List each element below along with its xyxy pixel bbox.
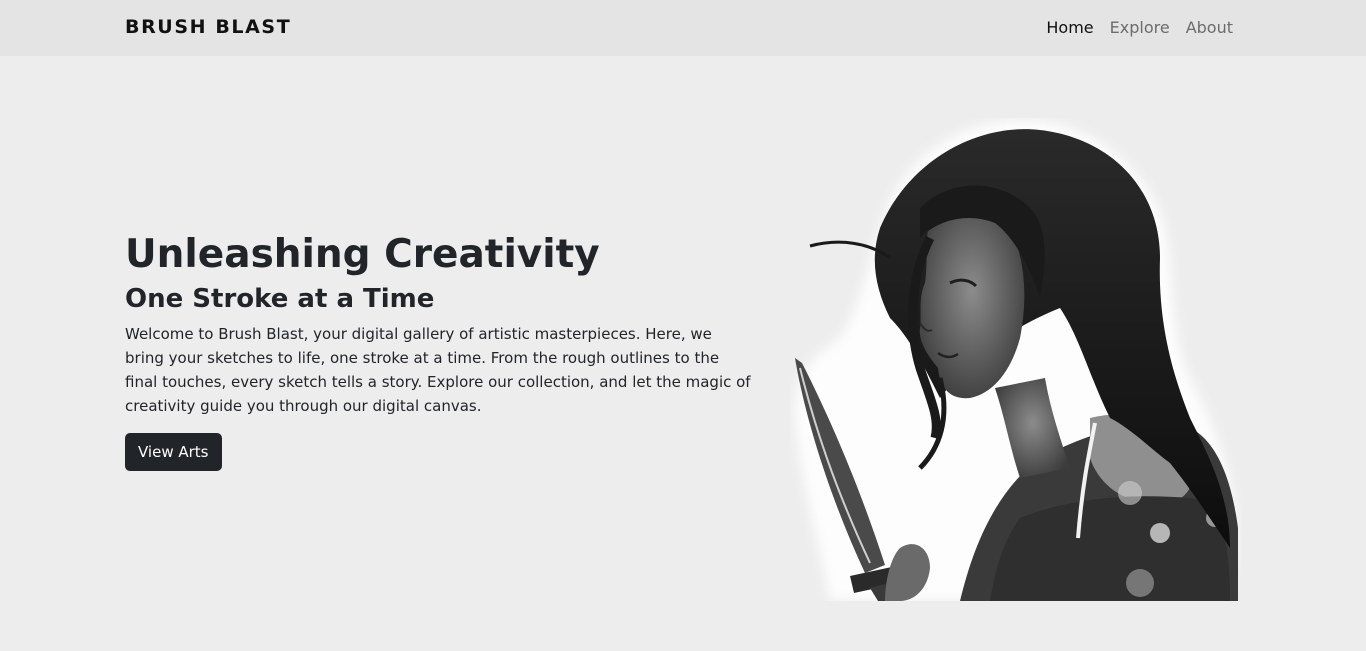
hero-subtitle: One Stroke at a Time	[125, 284, 435, 314]
navbar: BRUSH BLAST Home Explore About	[0, 0, 1366, 56]
hero-illustration	[794, 119, 1238, 601]
hero-section: Unleashing Creativity One Stroke at a Ti…	[125, 232, 765, 471]
view-arts-button[interactable]: View Arts	[125, 433, 222, 471]
brand-logo[interactable]: BRUSH BLAST	[125, 16, 291, 38]
nav-link-about[interactable]: About	[1186, 18, 1233, 37]
nav-link-home[interactable]: Home	[1046, 18, 1093, 37]
hero-description: Welcome to Brush Blast, your digital gal…	[125, 325, 751, 415]
nav-link-explore[interactable]: Explore	[1110, 18, 1170, 37]
hero-title: Unleashing Creativity	[125, 232, 600, 277]
nav-links: Home Explore About	[1046, 18, 1233, 37]
